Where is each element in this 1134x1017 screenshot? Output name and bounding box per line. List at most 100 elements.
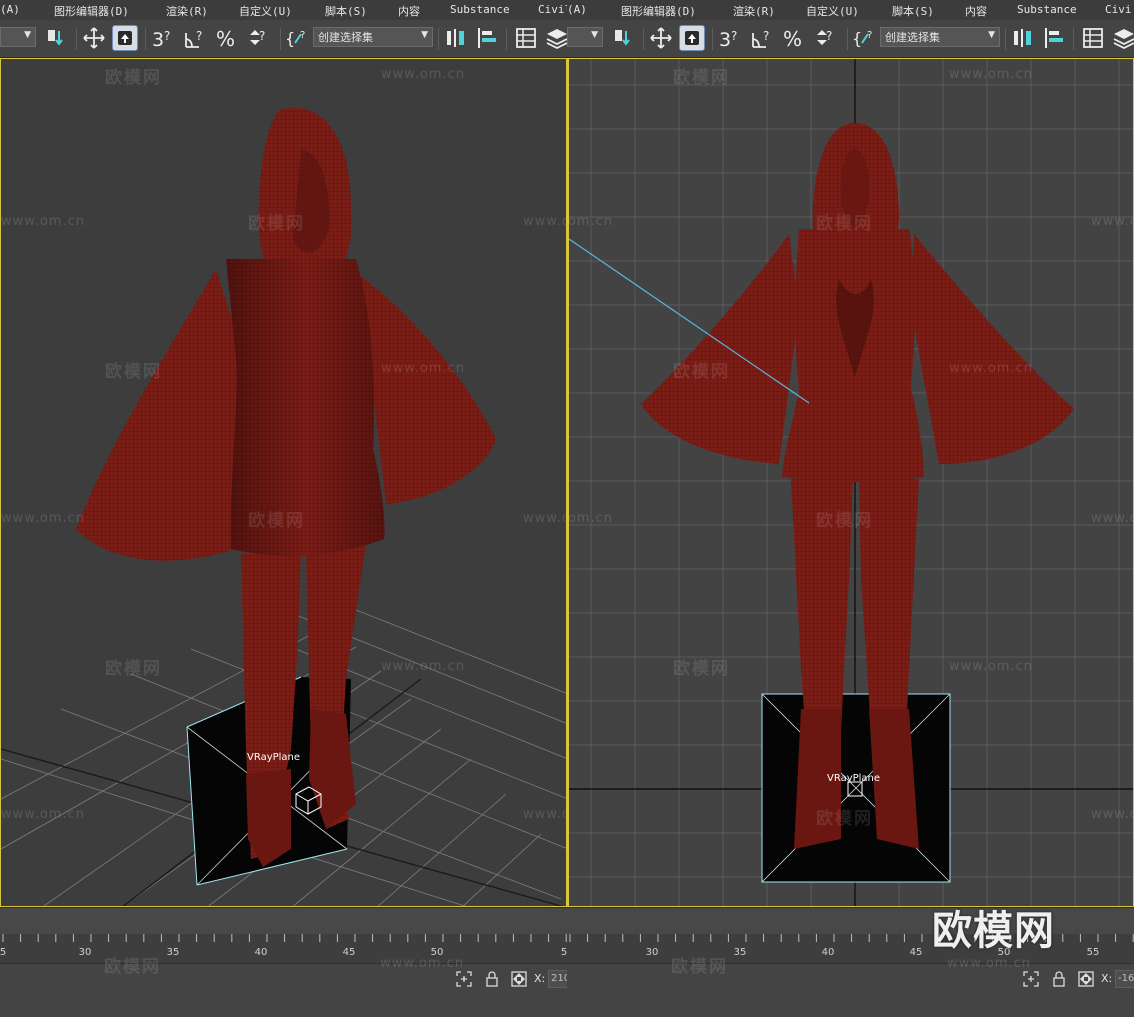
spinner-snap-icon[interactable]: ? (813, 25, 839, 51)
svg-text:?: ? (763, 29, 769, 43)
menu-item-scripting[interactable]: 脚本(S) (325, 3, 367, 19)
menu-item-graph-editors[interactable]: 图形编辑器(D) (621, 3, 696, 19)
angle-snap-icon[interactable]: ? (749, 25, 775, 51)
perspective-viewport[interactable]: 欧模网 www.om.cn www.om.cn 欧模网 www.om.cn 欧模… (0, 58, 567, 907)
left-window: (A) 图形编辑器(D) 渲染(R) 自定义(U) 脚本(S) 内容 Subst… (0, 0, 567, 1017)
layers-icon[interactable] (1111, 25, 1134, 51)
select-link-icon[interactable] (611, 25, 637, 51)
brand-watermark-corner: 欧模网 (932, 908, 1055, 954)
menu-item-substance[interactable]: Substance (1017, 3, 1077, 16)
absolute-mode-icon[interactable] (1078, 971, 1094, 987)
layer-explorer-icon[interactable] (513, 25, 539, 51)
watermark-url: www.om.cn (523, 511, 566, 526)
menu-item-customize[interactable]: 自定义(U) (806, 3, 859, 19)
select-object-icon[interactable] (679, 25, 705, 51)
tick-label: 35 (733, 947, 747, 958)
watermark-url: www.om.cn (1, 511, 85, 526)
selection-bracket-icon[interactable] (456, 971, 472, 987)
svg-text:%: % (216, 27, 235, 51)
menu-item-content[interactable]: 内容 (398, 3, 420, 19)
watermark-url: www.om.cn (381, 361, 465, 376)
select-link-icon[interactable] (44, 25, 70, 51)
align-icon[interactable] (1041, 25, 1067, 51)
snap-3d-icon[interactable]: 3? (717, 25, 743, 51)
align-icon[interactable] (474, 25, 500, 51)
move-icon[interactable] (648, 25, 674, 51)
vray-plane-object[interactable] (761, 693, 951, 883)
right-window: (A) 图形编辑器(D) 渲染(R) 自定义(U) 脚本(S) 内容 Subst… (567, 0, 1134, 1017)
watermark-brand: 欧模网 (105, 659, 162, 679)
x-coordinate-field[interactable]: -16 (1115, 970, 1134, 988)
snap-3d-icon[interactable]: 3? (150, 25, 176, 51)
tick-label: 45 (909, 947, 923, 958)
menu-item-civil[interactable]: Civi (1105, 3, 1132, 16)
named-selection-icon[interactable]: {? (284, 25, 310, 51)
percent-snap-icon[interactable]: % (215, 25, 241, 51)
tick-label: 40 (821, 947, 835, 958)
select-object-icon[interactable] (112, 25, 138, 51)
menu-item-scripting[interactable]: 脚本(S) (892, 3, 934, 19)
watermark-brand: 欧模网 (105, 68, 162, 88)
tick-label: 40 (254, 947, 268, 958)
selection-filter-dropdown[interactable]: ▼ (567, 27, 603, 47)
watermark-brand: 欧模网 (671, 957, 728, 977)
watermark-url: www.om.cn (1, 807, 85, 822)
time-slider-track[interactable] (0, 908, 567, 934)
menu-bar: (A) 图形编辑器(D) 渲染(R) 自定义(U) 脚本(S) 内容 Subst… (567, 0, 1134, 21)
watermark-url: www.om.cn (567, 511, 613, 526)
svg-text:3: 3 (719, 29, 731, 51)
svg-text:3: 3 (152, 29, 164, 51)
main-toolbar: ▼ 3? ? % ? {? 创建选择集 ▼ (567, 20, 1134, 58)
lock-icon[interactable] (484, 971, 500, 987)
selection-set-dropdown[interactable]: 创建选择集 ▼ (880, 27, 1000, 47)
percent-snap-icon[interactable]: % (782, 25, 808, 51)
menu-item-animation[interactable]: (A) (0, 3, 20, 16)
x-coordinate-label: X: (534, 972, 546, 985)
svg-text:?: ? (196, 29, 202, 43)
spinner-snap-icon[interactable]: ? (246, 25, 272, 51)
timeline[interactable]: 5 30 35 40 45 50 5 (0, 907, 567, 964)
svg-text:%: % (783, 27, 802, 51)
menu-item-content[interactable]: 内容 (965, 3, 987, 19)
watermark-url: www.om.cn (1091, 511, 1133, 526)
selection-bracket-icon[interactable] (1023, 971, 1039, 987)
svg-text:?: ? (826, 29, 832, 43)
menu-item-rendering[interactable]: 渲染(R) (733, 3, 775, 19)
layer-explorer-icon[interactable] (1080, 25, 1106, 51)
lock-icon[interactable] (1051, 971, 1067, 987)
timeline-ruler[interactable]: 5 30 35 40 45 50 5 (0, 934, 567, 964)
selection-set-dropdown[interactable]: 创建选择集 ▼ (313, 27, 433, 47)
svg-text:{: { (852, 29, 862, 48)
absolute-mode-icon[interactable] (511, 971, 527, 987)
svg-text:?: ? (259, 29, 265, 43)
menu-item-rendering[interactable]: 渲染(R) (166, 3, 208, 19)
menu-item-animation[interactable]: (A) (567, 3, 587, 16)
selection-filter-dropdown[interactable]: ▼ (0, 27, 36, 47)
watermark-url: www.om.cn (1, 214, 85, 229)
watermark-url: www.om.cn (380, 956, 464, 971)
mirror-icon[interactable] (443, 25, 469, 51)
front-viewport[interactable]: 欧模网 www.om.cn www.om.cn 欧模网 www.om.cn 欧模… (567, 58, 1134, 907)
menu-item-customize[interactable]: 自定义(U) (239, 3, 292, 19)
menu-item-graph-editors[interactable]: 图形编辑器(D) (54, 3, 129, 19)
x-coordinate-field[interactable]: 210 (548, 970, 567, 988)
watermark-brand: 欧模网 (816, 809, 873, 829)
watermark-url: www.om.cn (949, 67, 1033, 82)
angle-snap-icon[interactable]: ? (182, 25, 208, 51)
layers-icon[interactable] (544, 25, 567, 51)
svg-text:?: ? (300, 30, 305, 41)
tick-label: 45 (342, 947, 356, 958)
watermark-brand: 欧模网 (816, 214, 873, 234)
tick-label: 55 (1086, 947, 1100, 958)
named-selection-icon[interactable]: {? (851, 25, 877, 51)
mirror-icon[interactable] (1010, 25, 1036, 51)
menu-item-civil[interactable]: Civil (538, 3, 567, 16)
watermark-brand: 欧模网 (248, 511, 305, 531)
watermark-url: www.om.cn (947, 956, 1031, 971)
watermark-url: www.om.cn (949, 659, 1033, 674)
move-icon[interactable] (81, 25, 107, 51)
tick-label: 35 (166, 947, 180, 958)
tick-label: 30 (645, 947, 659, 958)
menu-item-substance[interactable]: Substance (450, 3, 510, 16)
watermark-brand: 欧模网 (673, 362, 730, 382)
